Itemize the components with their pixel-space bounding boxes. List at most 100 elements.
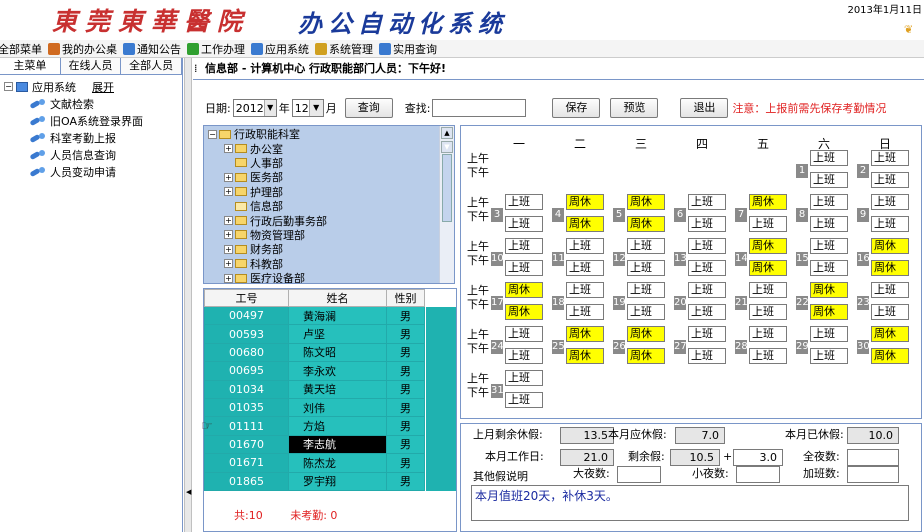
pm-status-box[interactable]: 周休 [871,260,909,276]
search-input[interactable] [432,99,527,117]
menu-work[interactable]: 工作办理 [187,40,251,58]
tab-main-menu[interactable]: 主菜单 [0,58,61,74]
expand-icon[interactable]: + [224,230,233,240]
sidebar-item[interactable]: 文献检索 [4,95,178,112]
preview-button[interactable]: 预览 [610,98,659,118]
menu-desk[interactable]: 我的办公桌 [48,40,123,58]
dept-item[interactable]: + 财务部 [208,242,454,256]
dept-item[interactable]: + 医务部 [208,170,454,184]
pm-status-box[interactable]: 上班 [810,348,848,364]
pm-status-box[interactable]: 上班 [749,348,787,364]
menu-admin[interactable]: 系统管理 [315,40,379,58]
am-status-box[interactable]: 周休 [566,326,604,342]
sidebar-item[interactable]: 科室考勤上报 [4,129,178,146]
dept-item[interactable]: + 行政后勤事务部 [208,213,454,228]
tab-online-users[interactable]: 在线人员 [60,58,122,74]
pm-status-box[interactable]: 周休 [810,304,848,320]
menu-app[interactable]: 应用系统 [251,40,315,58]
am-status-box[interactable]: 上班 [688,238,726,254]
am-status-box[interactable]: 周休 [627,326,665,342]
dept-item[interactable]: 人事部 [208,156,454,170]
scroll-down-icon[interactable]: ▼ [441,141,453,153]
am-status-box[interactable]: 周休 [566,194,604,210]
am-status-box[interactable]: 上班 [810,150,848,166]
am-status-box[interactable]: 上班 [627,282,665,298]
pm-status-box[interactable]: 周休 [627,348,665,364]
table-row[interactable]: 01865 罗宇翔男 [204,471,425,491]
am-status-box[interactable]: 周休 [627,194,665,210]
expand-icon[interactable]: + [224,273,233,283]
sidebar-item[interactable]: 人员信息查询 [4,146,178,163]
dept-item[interactable]: + 物资管理部 [208,228,454,242]
expand-icon[interactable]: + [224,172,233,182]
pm-status-box[interactable]: 上班 [688,304,726,320]
pm-status-box[interactable]: 上班 [505,348,543,364]
dept-item[interactable]: + 护理部 [208,185,454,199]
am-status-box[interactable]: 上班 [627,238,665,254]
am-status-box[interactable]: 上班 [749,326,787,342]
am-status-box[interactable]: 上班 [810,194,848,210]
table-row[interactable]: 01671 陈杰龙男 [204,453,425,473]
pm-status-box[interactable]: 周休 [749,260,787,276]
menu-query[interactable]: 实用查询 [379,40,443,58]
sidebar-item[interactable]: 人员变动申请 [4,163,178,180]
menu-notice[interactable]: 通知公告 [123,40,187,58]
am-status-box[interactable]: 上班 [749,282,787,298]
am-status-box[interactable]: 上班 [566,282,604,298]
expand-icon[interactable]: + [224,244,233,254]
am-status-box[interactable]: 上班 [505,194,543,210]
sidebar-item[interactable]: 旧OA系统登录界面 [4,112,178,129]
pm-status-box[interactable]: 上班 [627,260,665,276]
dept-item[interactable]: − 行政职能科室 [208,127,454,141]
pm-status-box[interactable]: 周休 [627,216,665,232]
pm-status-box[interactable]: 上班 [688,216,726,232]
pm-status-box[interactable]: 上班 [749,216,787,232]
expand-icon[interactable] [224,158,233,167]
pm-status-box[interactable]: 上班 [810,172,848,188]
am-status-box[interactable]: 周休 [810,282,848,298]
am-status-box[interactable]: 上班 [505,370,543,386]
pm-status-box[interactable]: 上班 [871,216,909,232]
pm-status-box[interactable]: 周休 [566,216,604,232]
query-button[interactable]: 查询 [344,98,393,118]
am-status-box[interactable]: 周休 [871,238,909,254]
pm-status-box[interactable]: 周休 [505,304,543,320]
table-row[interactable]: 00593 卢坚男 [204,324,425,344]
pm-status-box[interactable]: 上班 [810,260,848,276]
dept-item[interactable]: + 医疗设备部 [208,271,454,283]
table-row[interactable]: 01111 方焰男 [204,416,425,436]
expand-icon[interactable]: + [224,216,233,226]
scroll-up-icon[interactable]: ▲ [441,127,453,139]
expand-icon[interactable] [224,202,233,211]
dept-item[interactable]: + 科教部 [208,257,454,271]
pm-status-box[interactable]: 上班 [688,260,726,276]
tab-all-users[interactable]: 全部人员 [121,58,183,74]
sidebar-toggle[interactable]: ◀ [184,58,192,532]
month-select[interactable]: 12 ▼ [291,99,324,117]
small-night-input[interactable] [736,466,780,483]
pm-status-box[interactable]: 上班 [871,304,909,320]
dept-scrollbar[interactable]: ▲ ▼ [439,126,454,283]
pm-status-box[interactable]: 上班 [749,304,787,320]
extra-leave-input[interactable]: 3.0 [733,449,783,466]
am-status-box[interactable]: 上班 [871,282,909,298]
pm-status-box[interactable]: 上班 [566,260,604,276]
am-status-box[interactable]: 上班 [688,282,726,298]
pm-status-box[interactable]: 上班 [871,172,909,188]
pm-status-box[interactable]: 上班 [505,216,543,232]
menu-menu[interactable]: 全部菜单 [0,40,48,58]
pm-status-box[interactable]: 上班 [688,348,726,364]
am-status-box[interactable]: 上班 [688,194,726,210]
am-status-box[interactable]: 上班 [810,238,848,254]
table-row[interactable]: 01670 李志航男 [204,434,425,455]
dept-item[interactable]: 信息部 [208,199,454,213]
collapse-icon[interactable]: − [4,82,13,91]
pm-status-box[interactable]: 周休 [566,348,604,364]
table-row[interactable]: 01035 刘伟男 [204,397,425,418]
am-status-box[interactable]: 上班 [566,238,604,254]
full-night-input[interactable] [847,449,899,466]
table-row[interactable]: 00497 黄海澜男 [204,305,425,326]
am-status-box[interactable]: 周休 [749,238,787,254]
pm-status-box[interactable]: 上班 [505,260,543,276]
big-night-input[interactable] [617,466,661,483]
